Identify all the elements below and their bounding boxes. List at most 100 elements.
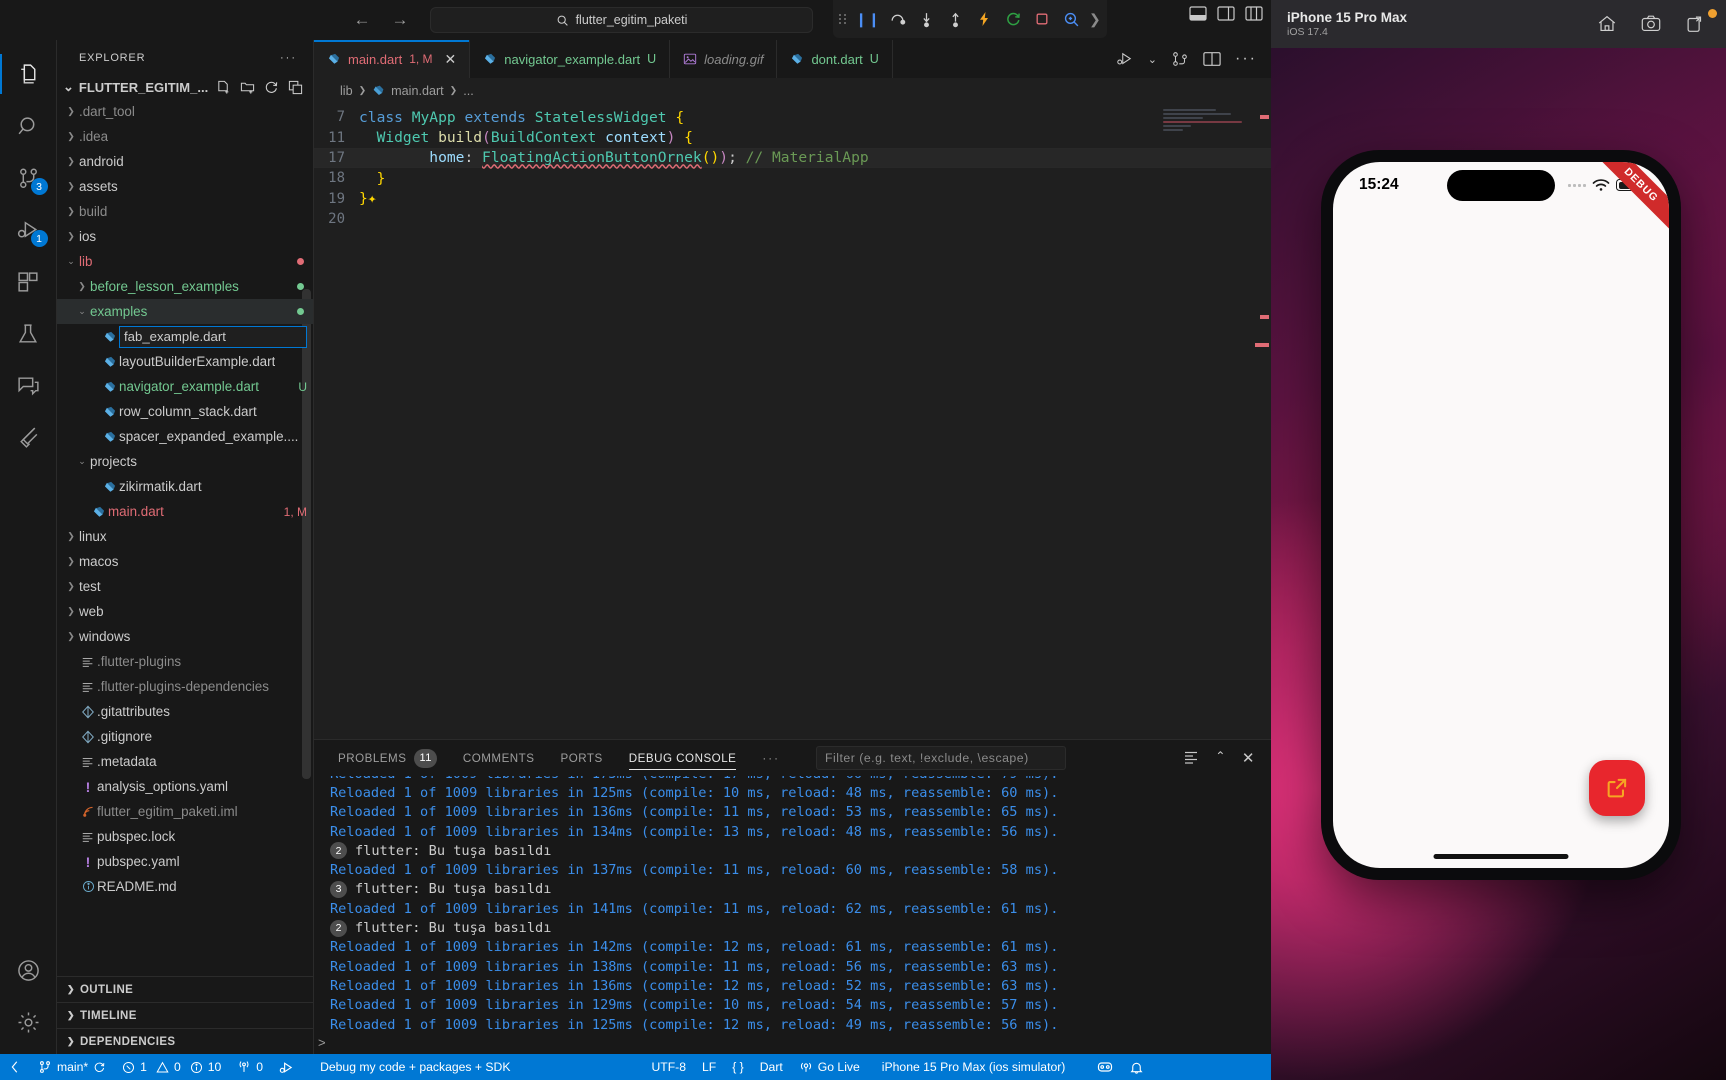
breadcrumb-item-more[interactable]: ... (463, 84, 474, 98)
widget-inspector-button[interactable] (1058, 6, 1084, 32)
file-tree-row[interactable]: ❯ .dart_tool (57, 99, 313, 124)
new-file-icon[interactable] (216, 80, 231, 95)
device-selector-status[interactable]: iPhone 15 Pro Max (ios simulator) (868, 1054, 1074, 1080)
go-live-button[interactable]: Go Live (791, 1054, 868, 1080)
editor-tab[interactable]: main.dart 1, M ✕ (314, 40, 471, 78)
chevron-down-icon[interactable]: ⌄ (74, 306, 90, 317)
debug-alt-icon[interactable] (271, 1054, 302, 1080)
sidebar-section-timeline[interactable]: ❯ TIMELINE (57, 1002, 313, 1028)
accounts-button[interactable] (0, 944, 57, 996)
file-tree-row-editing[interactable] (57, 324, 313, 349)
file-tree-row[interactable]: ❯ ios (57, 224, 313, 249)
new-folder-icon[interactable] (240, 80, 255, 95)
file-tree-row[interactable]: pubspec.lock (57, 824, 313, 849)
chevron-right-icon[interactable]: ❯ (63, 631, 79, 642)
sidebar-item-testing[interactable] (0, 308, 57, 360)
hot-reload-button[interactable] (971, 6, 997, 32)
chevron-down-icon[interactable]: ⌄ (1148, 53, 1157, 66)
step-out-button[interactable] (942, 6, 968, 32)
file-tree-row[interactable]: ❯ web (57, 599, 313, 624)
toggle-sidebar-icon[interactable] (1217, 6, 1235, 21)
toggle-panel-icon[interactable] (1189, 6, 1207, 21)
split-diff-icon[interactable] (1171, 50, 1189, 68)
collapse-all-icon[interactable] (288, 80, 303, 95)
device-screen[interactable]: 15:24 DEBUG (1333, 162, 1669, 868)
file-tree-row[interactable]: ! pubspec.yaml (57, 849, 313, 874)
code-editor[interactable]: 7 class MyApp extends StatelessWidget {11… (314, 103, 1271, 739)
tab-comments[interactable]: COMMENTS (463, 740, 535, 776)
code-line[interactable]: 7 class MyApp extends StatelessWidget { (314, 107, 1271, 127)
editor-tab[interactable]: dont.dart U (777, 40, 893, 78)
close-icon[interactable]: ✕ (445, 51, 457, 68)
step-into-button[interactable] (913, 6, 939, 32)
file-tree-row[interactable]: ⌄ projects (57, 449, 313, 474)
branch-status[interactable]: main* (30, 1054, 114, 1080)
file-tree-row[interactable]: .flutter-plugins-dependencies (57, 674, 313, 699)
tab-ports[interactable]: PORTS (561, 740, 603, 776)
manage-settings-button[interactable] (0, 996, 57, 1048)
hot-restart-button[interactable] (1000, 6, 1026, 32)
drag-handle-icon[interactable] (839, 14, 849, 24)
chevron-right-icon[interactable]: ❯ (63, 531, 79, 542)
file-tree-row[interactable]: .gitignore (57, 724, 313, 749)
sidebar-section-outline[interactable]: ❯ OUTLINE (57, 976, 313, 1002)
code-line[interactable]: 20 (314, 209, 1271, 229)
code-line[interactable]: 17 home: FloatingActionButtonOrnek()); /… (314, 147, 1271, 169)
console-filter-input[interactable]: Filter (e.g. text, !exclude, \escape) (815, 746, 1066, 770)
arrow-left-icon[interactable]: ← (352, 10, 372, 30)
file-tree-row[interactable]: .flutter-plugins (57, 649, 313, 674)
console-input-prompt[interactable]: > (318, 1035, 326, 1050)
chevron-up-icon[interactable]: ⌃ (1215, 749, 1226, 767)
file-tree-row[interactable]: ⌄ examples (57, 299, 313, 324)
home-icon[interactable] (1596, 13, 1618, 35)
chevron-right-icon[interactable]: ❯ (63, 131, 79, 142)
step-over-button[interactable] (884, 6, 910, 32)
arrow-right-icon[interactable]: → (390, 10, 410, 30)
breadcrumb-item-folder[interactable]: lib (340, 84, 353, 98)
sidebar-item-comments[interactable] (0, 360, 57, 412)
sidebar-item-source-control[interactable]: 3 (0, 152, 57, 204)
close-icon[interactable]: ✕ (1242, 749, 1255, 767)
file-tree-row[interactable]: ❯ .idea (57, 124, 313, 149)
file-tree-row[interactable]: ! analysis_options.yaml (57, 774, 313, 799)
sync-icon[interactable] (93, 1061, 106, 1074)
breadcrumb[interactable]: lib ❯ main.dart ❯ ... (314, 78, 1271, 103)
breadcrumb-item-file[interactable]: main.dart (391, 84, 444, 98)
chevron-right-icon[interactable]: ❯ (63, 206, 79, 217)
run-debug-icon[interactable] (1116, 50, 1134, 68)
chevron-right-icon[interactable]: ❯ (74, 281, 90, 292)
bell-icon[interactable] (1121, 1054, 1152, 1080)
file-tree-row[interactable]: spacer_expanded_example.... (57, 424, 313, 449)
file-tree-row[interactable]: ❯ test (57, 574, 313, 599)
chevron-right-icon[interactable]: ❯ (63, 106, 79, 117)
chevron-right-icon[interactable]: ❯ (63, 581, 79, 592)
file-tree-row[interactable]: ❯ build (57, 199, 313, 224)
editor-tab[interactable]: loading.gif (670, 40, 778, 78)
split-editor-icon[interactable] (1203, 51, 1221, 67)
language-status[interactable]: Dart (752, 1054, 791, 1080)
chevron-right-icon[interactable]: ❯ (63, 556, 79, 567)
pause-button[interactable]: ❙❙ (855, 6, 881, 32)
encoding-status[interactable]: UTF-8 (643, 1054, 694, 1080)
file-tree[interactable]: ❯ .dart_tool ❯ .idea ❯ android ❯ assets ❯ build ❯ i… (57, 99, 313, 976)
indentation-status[interactable]: { } (724, 1054, 752, 1080)
file-tree-row[interactable]: ❯ windows (57, 624, 313, 649)
radio-tower-status[interactable]: 0 (229, 1054, 271, 1080)
sidebar-item-explorer[interactable] (0, 48, 57, 100)
customize-layout-icon[interactable] (1245, 6, 1263, 21)
file-tree-row[interactable]: layoutBuilderExample.dart (57, 349, 313, 374)
file-tree-row[interactable]: ❯ assets (57, 174, 313, 199)
problems-status[interactable]: 1 0 10 (114, 1054, 229, 1080)
file-tree-row[interactable]: ❯ before_lesson_examples (57, 274, 313, 299)
eol-status[interactable]: LF (694, 1054, 724, 1080)
panel-more-icon[interactable]: ··· (762, 752, 780, 765)
sidebar-item-extensions[interactable] (0, 256, 57, 308)
screenshot-icon[interactable] (1640, 13, 1662, 35)
file-tree-row[interactable]: ❯ linux (57, 524, 313, 549)
file-tree-row[interactable]: ❯ android (57, 149, 313, 174)
file-tree-row[interactable]: zikirmatik.dart (57, 474, 313, 499)
file-tree-row[interactable]: navigator_example.dart U (57, 374, 313, 399)
chevron-right-icon[interactable]: ❯ (63, 606, 79, 617)
launch-config-status[interactable]: Debug my code + packages + SDK (302, 1054, 518, 1080)
ellipsis-icon[interactable]: ··· (280, 52, 297, 64)
